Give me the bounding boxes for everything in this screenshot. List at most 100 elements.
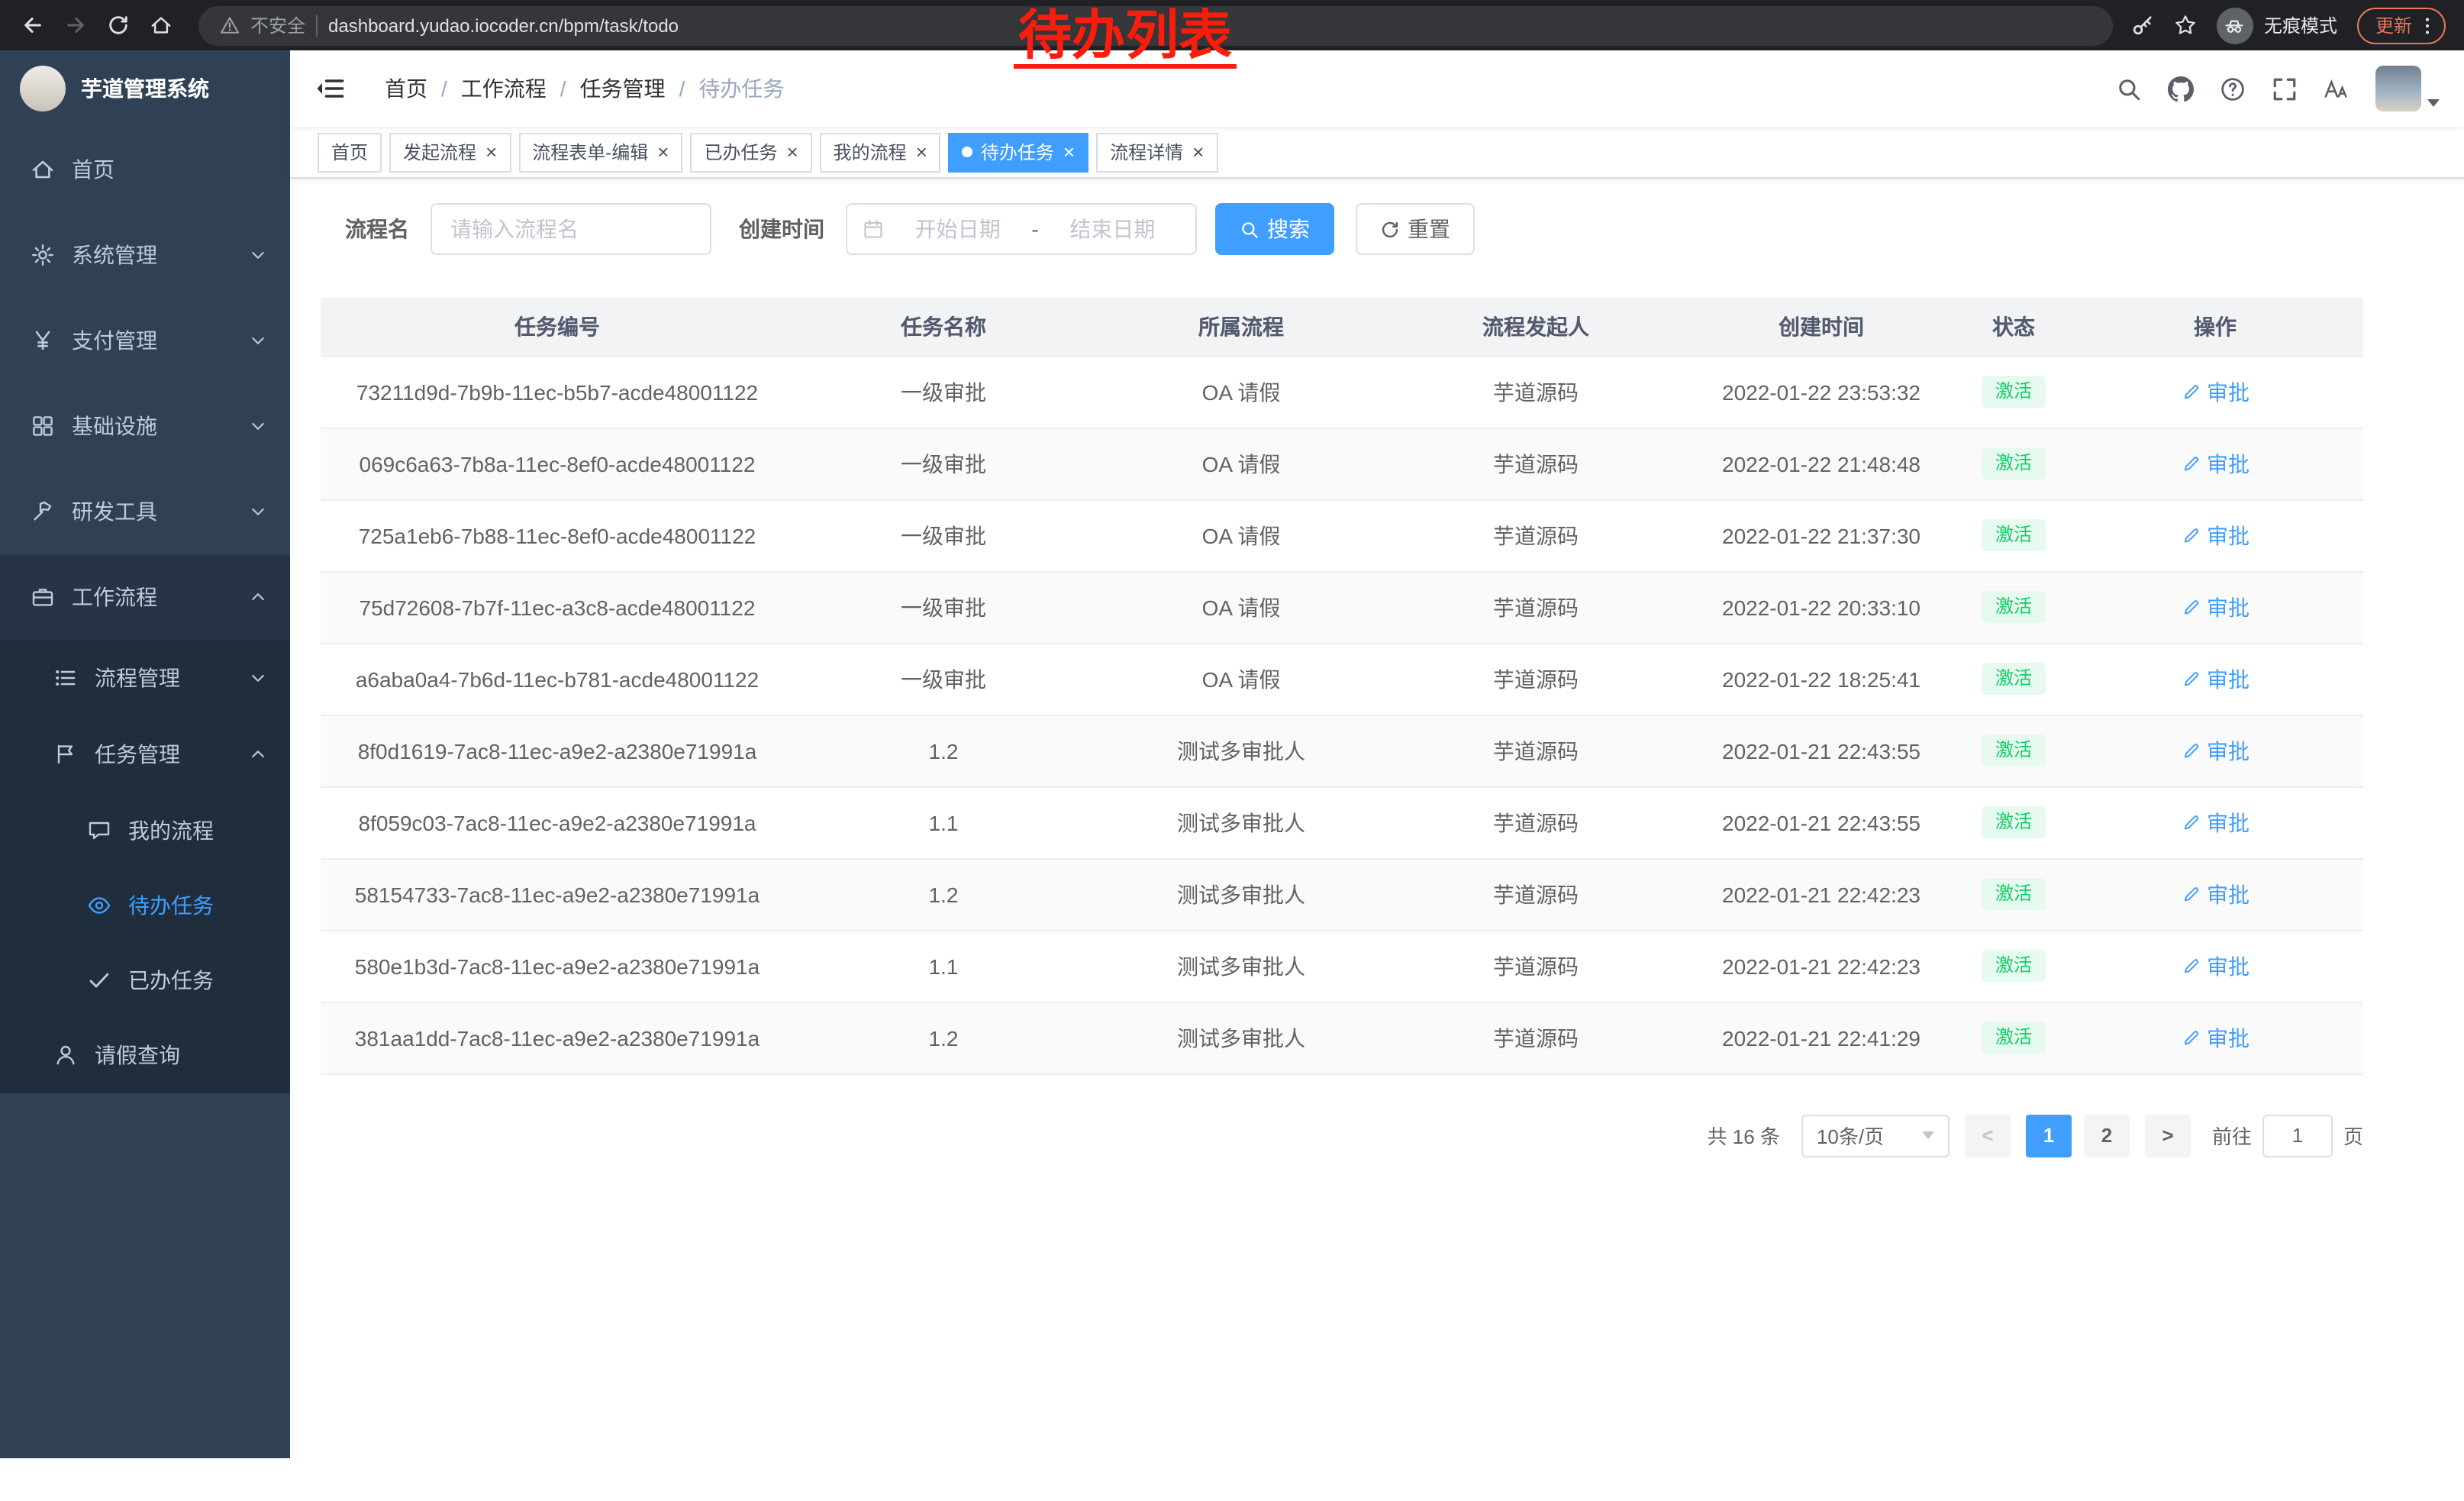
process-name-input[interactable] bbox=[431, 203, 711, 255]
cell-name: 一级审批 bbox=[794, 428, 1093, 499]
table-row: 8f059c03-7ac8-11ec-a9e2-a2380e71991a1.1测… bbox=[321, 786, 2363, 858]
page-button-1[interactable]: 1 bbox=[2026, 1114, 2072, 1157]
breadcrumb-item[interactable]: 工作流程 bbox=[461, 73, 547, 104]
approve-link[interactable]: 审批 bbox=[2181, 448, 2250, 479]
tab-start-process[interactable]: 发起流程× bbox=[389, 132, 511, 172]
tab-todo-task[interactable]: 待办任务× bbox=[949, 132, 1088, 172]
pencil-icon bbox=[2181, 741, 2201, 760]
cell-time: 2022-01-22 23:53:32 bbox=[1682, 356, 1960, 428]
back-icon[interactable] bbox=[12, 5, 52, 45]
collapse-sidebar-icon[interactable] bbox=[314, 73, 345, 104]
sidebar-item-workflow[interactable]: 工作流程 bbox=[0, 554, 290, 640]
approve-link[interactable]: 审批 bbox=[2181, 520, 2250, 550]
chat-icon bbox=[87, 818, 111, 842]
cell-id: 75d72608-7b7f-11ec-a3c8-acde48001122 bbox=[321, 571, 794, 643]
search-button[interactable]: 搜索 bbox=[1215, 203, 1334, 255]
sidebar-item-system[interactable]: 系统管理 bbox=[0, 212, 290, 298]
cell-name: 1.2 bbox=[794, 858, 1093, 930]
page-button-2[interactable]: 2 bbox=[2084, 1114, 2130, 1157]
date-range-picker[interactable]: 开始日期 - 结束日期 bbox=[846, 203, 1197, 255]
approve-link[interactable]: 审批 bbox=[2181, 951, 2250, 981]
tab-close-icon[interactable]: × bbox=[485, 142, 497, 162]
chevron-down-icon bbox=[249, 669, 267, 687]
cell-starter: 芋道源码 bbox=[1389, 499, 1682, 571]
page-size-select[interactable]: 10条/页 bbox=[1801, 1114, 1950, 1157]
sidebar-item-my-process[interactable]: 我的流程 bbox=[0, 792, 290, 867]
tab-process-detail[interactable]: 流程详情× bbox=[1096, 132, 1217, 172]
search-icon[interactable] bbox=[2116, 76, 2142, 102]
update-button[interactable]: 更新 bbox=[2357, 7, 2446, 44]
prev-page-button[interactable]: < bbox=[1965, 1114, 2011, 1157]
approve-link[interactable]: 审批 bbox=[2181, 879, 2250, 909]
cell-status: 激活 bbox=[1960, 715, 2067, 786]
approve-link[interactable]: 审批 bbox=[2181, 807, 2250, 838]
cell-status: 激活 bbox=[1960, 786, 2067, 858]
start-date-placeholder[interactable]: 开始日期 bbox=[890, 214, 1025, 244]
filter-bar: 流程名 创建时间 开始日期 - 结束日期 搜索 重 bbox=[321, 203, 2363, 255]
github-icon[interactable] bbox=[2168, 76, 2194, 102]
sidebar-item-home[interactable]: 首页 bbox=[0, 127, 290, 212]
cell-starter: 芋道源码 bbox=[1389, 1002, 1682, 1073]
tab-label: 流程表单-编辑 bbox=[532, 139, 648, 165]
key-icon[interactable] bbox=[2131, 14, 2154, 37]
cell-flow: OA 请假 bbox=[1093, 499, 1389, 571]
fullscreen-icon[interactable] bbox=[2272, 76, 2298, 102]
help-icon[interactable] bbox=[2220, 76, 2246, 102]
cell-id: 58154733-7ac8-11ec-a9e2-a2380e71991a bbox=[321, 858, 794, 930]
sidebar-item-process-mgmt[interactable]: 流程管理 bbox=[0, 640, 290, 716]
tab-close-icon[interactable]: × bbox=[1192, 142, 1204, 162]
font-size-icon[interactable] bbox=[2324, 76, 2350, 102]
tab-close-icon[interactable]: × bbox=[916, 142, 927, 162]
tab-close-icon[interactable]: × bbox=[1063, 142, 1075, 162]
approve-link[interactable]: 审批 bbox=[2181, 735, 2250, 766]
column-header: 操作 bbox=[2067, 298, 2363, 356]
sidebar-menu: 首页系统管理支付管理基础设施研发工具工作流程流程管理任务管理我的流程待办任务已办… bbox=[0, 127, 290, 1093]
sidebar-item-devtools[interactable]: 研发工具 bbox=[0, 469, 290, 554]
cell-name: 一级审批 bbox=[794, 356, 1093, 428]
sidebar-item-task-mgmt[interactable]: 任务管理 bbox=[0, 716, 290, 792]
cell-action: 审批 bbox=[2067, 1002, 2363, 1073]
sidebar-item-infra[interactable]: 基础设施 bbox=[0, 383, 290, 469]
tab-form-edit[interactable]: 流程表单-编辑 × bbox=[518, 132, 682, 172]
bookmark-star-icon[interactable] bbox=[2174, 14, 2197, 37]
cell-starter: 芋道源码 bbox=[1389, 428, 1682, 499]
forward-icon[interactable] bbox=[55, 5, 95, 45]
tab-done-task[interactable]: 已办任务× bbox=[690, 132, 811, 172]
tab-home[interactable]: 首页 bbox=[318, 132, 382, 172]
goto-page-input[interactable] bbox=[2262, 1114, 2333, 1157]
chevron-down-icon bbox=[249, 331, 267, 350]
kebab-menu-icon[interactable] bbox=[2417, 15, 2438, 36]
tab-close-icon[interactable]: × bbox=[657, 142, 669, 162]
sidebar-item-label: 研发工具 bbox=[72, 496, 157, 527]
user-avatar[interactable] bbox=[2375, 66, 2440, 111]
reload-icon[interactable] bbox=[98, 5, 137, 45]
approve-link[interactable]: 审批 bbox=[2181, 1022, 2250, 1053]
date-range-separator: - bbox=[1031, 217, 1038, 241]
breadcrumb-item[interactable]: 任务管理 bbox=[580, 73, 666, 104]
browser-home-icon[interactable] bbox=[140, 5, 180, 45]
end-date-placeholder[interactable]: 结束日期 bbox=[1045, 214, 1180, 244]
approve-link[interactable]: 审批 bbox=[2181, 592, 2250, 622]
approve-link[interactable]: 审批 bbox=[2181, 663, 2250, 694]
tab-my-process[interactable]: 我的流程× bbox=[820, 132, 941, 172]
status-badge: 激活 bbox=[1982, 447, 2046, 479]
cell-time: 2022-01-21 22:42:23 bbox=[1682, 930, 1960, 1002]
cell-starter: 芋道源码 bbox=[1389, 930, 1682, 1002]
tab-close-icon[interactable]: × bbox=[786, 142, 798, 162]
cell-flow: OA 请假 bbox=[1093, 643, 1389, 715]
next-page-button[interactable]: > bbox=[2145, 1114, 2191, 1157]
magnifier-icon bbox=[1240, 219, 1259, 239]
avatar bbox=[2375, 66, 2421, 111]
cell-id: 069c6a63-7b8a-11ec-8ef0-acde48001122 bbox=[321, 428, 794, 499]
sidebar-item-leave-query[interactable]: 请假查询 bbox=[0, 1017, 290, 1093]
status-badge: 激活 bbox=[1982, 950, 2046, 982]
approve-link-label: 审批 bbox=[2207, 663, 2250, 694]
sidebar-item-todo-task[interactable]: 待办任务 bbox=[0, 867, 290, 942]
approve-link[interactable]: 审批 bbox=[2181, 376, 2250, 407]
sidebar-item-payment[interactable]: 支付管理 bbox=[0, 298, 290, 383]
breadcrumb-item[interactable]: 首页 bbox=[385, 73, 427, 104]
sidebar-item-done-task[interactable]: 已办任务 bbox=[0, 942, 290, 1017]
pencil-icon bbox=[2181, 454, 2201, 473]
cell-starter: 芋道源码 bbox=[1389, 858, 1682, 930]
reset-button[interactable]: 重置 bbox=[1356, 203, 1475, 255]
